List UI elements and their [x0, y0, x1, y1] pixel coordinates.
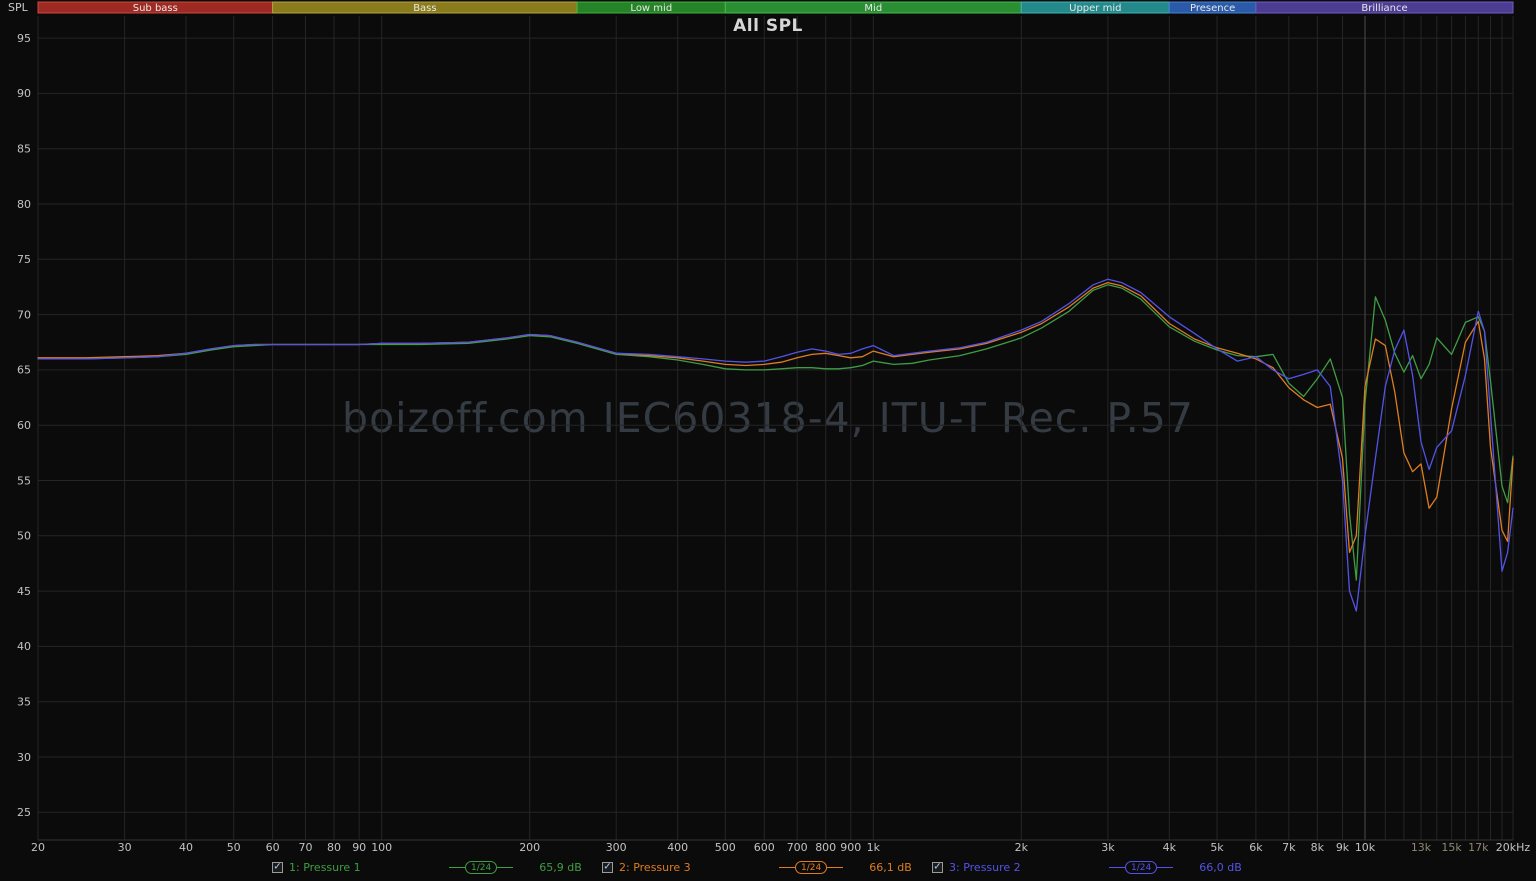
- series-1-label[interactable]: 1: Pressure 1: [289, 861, 449, 874]
- series-2-line-sample: [827, 867, 844, 868]
- y-tick-label: 85: [17, 143, 31, 156]
- x-tick-label: 40: [179, 841, 193, 854]
- x-tick-label: 7k: [1282, 841, 1296, 854]
- series-2-line-sample: [779, 867, 795, 868]
- y-tick-label: 60: [17, 419, 31, 432]
- series-3-line-sample: [1109, 867, 1125, 868]
- x-tick-label: 20kHz: [1496, 841, 1531, 854]
- series-3-visible-checkbox[interactable]: ✓: [932, 862, 943, 873]
- trace-pressure-3: [37, 281, 1514, 554]
- spl-chart-area: boizoff.com IEC60318-4, ITU-T Rec. P.57 …: [0, 0, 1536, 855]
- series-1-smoothing-badge[interactable]: 1/24: [465, 861, 498, 874]
- x-tick-label: 15k: [1441, 841, 1462, 854]
- y-tick-label: 65: [17, 364, 31, 377]
- x-tick-label: 6k: [1249, 841, 1263, 854]
- y-tick-label: 35: [17, 696, 31, 709]
- x-tick-label: 3k: [1101, 841, 1115, 854]
- series-1-line-sample: [497, 867, 514, 868]
- x-tick-label: 13k: [1411, 841, 1432, 854]
- band-label: Mid: [864, 3, 882, 14]
- series-1-visible-checkbox[interactable]: ✓: [272, 862, 283, 873]
- x-tick-labels: 20 30 40 50 60 70 80 90 100 200 300 400 500 600 700 800…: [31, 841, 1530, 854]
- checkmark-icon: ✓: [273, 861, 282, 872]
- series-2-level-value: 66,1 dB: [869, 861, 912, 874]
- y-tick-label: 70: [17, 308, 31, 321]
- band-label: Sub bass: [133, 3, 178, 14]
- x-tick-label: 8k: [1311, 841, 1325, 854]
- band-label: Low mid: [630, 3, 672, 14]
- x-tick-label: 50: [227, 841, 241, 854]
- y-tick-label: 55: [17, 474, 31, 487]
- series-2-label[interactable]: 2: Pressure 3: [619, 861, 779, 874]
- x-tick-label: 20: [31, 841, 45, 854]
- x-tick-label: 400: [667, 841, 688, 854]
- y-tick-label: 50: [17, 530, 31, 543]
- legend-bar: ✓ 1: Pressure 1 1/24 65,9 dB ✓ 2: Pressu…: [0, 855, 1536, 881]
- x-tick-label: 9k: [1336, 841, 1350, 854]
- checkmark-icon: ✓: [933, 861, 942, 872]
- series-2-visible-checkbox[interactable]: ✓: [602, 862, 613, 873]
- x-tick-label: 2k: [1015, 841, 1029, 854]
- x-tick-label: 10k: [1355, 841, 1376, 854]
- x-tick-label: 80: [327, 841, 341, 854]
- x-tick-label: 60: [266, 841, 280, 854]
- y-tick-label: 40: [17, 640, 31, 653]
- legend-entry-2: ✓ 2: Pressure 3 1/24 66,1 dB: [602, 861, 912, 874]
- y-tick-label: 45: [17, 585, 31, 598]
- spl-chart: 25 30 35 40 45 50 55 60 65 70 75 80 85 90 95 Sub bass Ba…: [17, 1, 1530, 854]
- trace-pressure-2: [37, 278, 1514, 612]
- series-1-line-sample: [449, 867, 465, 868]
- y-tick-label: 90: [17, 87, 31, 100]
- x-tick-label: 90: [352, 841, 366, 854]
- y-tick-label: 75: [17, 253, 31, 266]
- series-2-smoothing-badge[interactable]: 1/24: [795, 861, 828, 874]
- x-tick-label: 600: [754, 841, 775, 854]
- y-tick-label: 30: [17, 751, 31, 764]
- band-label: Upper mid: [1069, 3, 1121, 14]
- x-tick-label: 200: [519, 841, 540, 854]
- series-3-line-sample: [1157, 867, 1174, 868]
- band-label: Brilliance: [1361, 3, 1407, 14]
- x-tick-label: 70: [299, 841, 313, 854]
- legend-entry-3: ✓ 3: Pressure 2 1/24 66,0 dB: [932, 861, 1242, 874]
- frequency-bands: Sub bass Bass Low mid Mid Upper mid Presence B…: [37, 1, 1514, 14]
- x-tick-label: 1k: [867, 841, 881, 854]
- y-tick-label: 95: [17, 32, 31, 45]
- band-label: Bass: [413, 3, 436, 14]
- series-3-label[interactable]: 3: Pressure 2: [949, 861, 1109, 874]
- y-axis-unit-label: SPL: [8, 1, 28, 14]
- x-tick-label: 900: [840, 841, 861, 854]
- x-tick-label: 800: [815, 841, 836, 854]
- y-tick-label: 25: [17, 806, 31, 819]
- band-label: Presence: [1190, 3, 1235, 14]
- grid-vertical: [37, 16, 1514, 841]
- series-1-level-value: 65,9 dB: [539, 861, 582, 874]
- series-3-level-value: 66,0 dB: [1199, 861, 1242, 874]
- x-tick-label: 5k: [1210, 841, 1224, 854]
- x-tick-label: 17k: [1468, 841, 1489, 854]
- x-tick-label: 4k: [1163, 841, 1177, 854]
- x-tick-label: 500: [715, 841, 736, 854]
- series-3-smoothing-badge[interactable]: 1/24: [1125, 861, 1158, 874]
- x-tick-label: 100: [371, 841, 392, 854]
- y-tick-label: 80: [17, 198, 31, 211]
- legend-entry-1: ✓ 1: Pressure 1 1/24 65,9 dB: [272, 861, 582, 874]
- x-tick-label: 30: [118, 841, 132, 854]
- checkmark-icon: ✓: [603, 861, 612, 872]
- x-tick-label: 300: [606, 841, 627, 854]
- x-tick-label: 700: [787, 841, 808, 854]
